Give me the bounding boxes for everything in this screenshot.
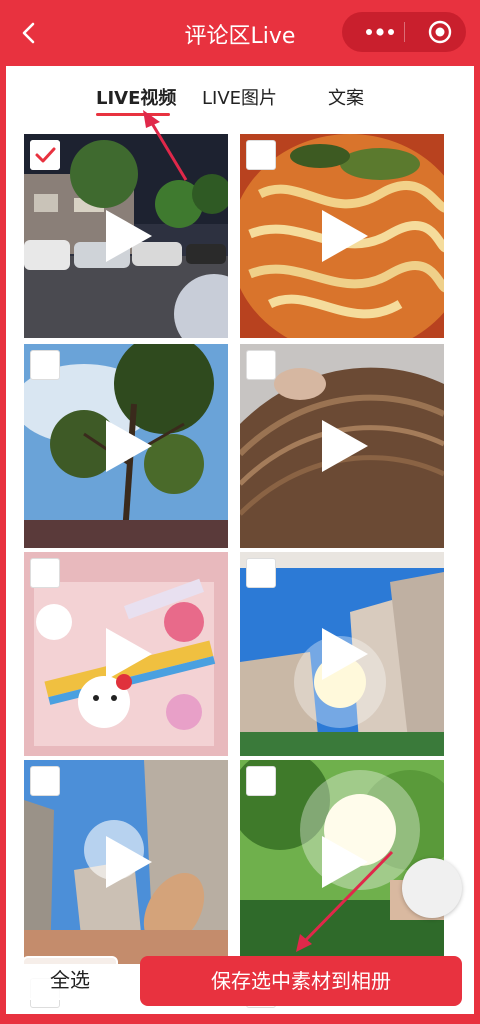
unchecked-checkbox[interactable] <box>246 350 276 380</box>
play-icon <box>106 628 152 680</box>
unchecked-checkbox[interactable] <box>30 766 60 796</box>
unchecked-checkbox[interactable] <box>246 766 276 796</box>
unchecked-checkbox[interactable] <box>30 350 60 380</box>
save-to-album-button[interactable]: 保存选中素材到相册 <box>140 956 462 1006</box>
play-icon <box>322 210 368 262</box>
target-icon[interactable] <box>428 20 452 44</box>
tab-bar: LIVE视频 LIVE图片 文案 <box>6 66 474 122</box>
play-icon <box>322 628 368 680</box>
video-thumbnail-4[interactable] <box>240 344 444 548</box>
active-tab-indicator <box>96 113 170 116</box>
video-thumbnail-6[interactable] <box>240 552 444 756</box>
select-all-button[interactable]: 全选 <box>22 956 118 1000</box>
video-thumbnail-7[interactable] <box>24 760 228 964</box>
video-thumbnail-2[interactable] <box>240 134 444 338</box>
mini-program-capsule <box>342 12 466 52</box>
more-dots-icon[interactable] <box>356 12 406 52</box>
top-bar: 评论区Live <box>0 0 480 66</box>
tab-live-video[interactable]: LIVE视频 <box>96 84 176 110</box>
play-icon <box>322 836 368 888</box>
video-thumbnail-5[interactable] <box>24 552 228 756</box>
play-icon <box>322 420 368 472</box>
tab-live-image[interactable]: LIVE图片 <box>202 84 277 110</box>
selected-checkbox[interactable] <box>30 140 60 170</box>
video-thumbnail-3[interactable] <box>24 344 228 548</box>
unchecked-checkbox[interactable] <box>246 558 276 588</box>
unchecked-checkbox[interactable] <box>30 558 60 588</box>
play-icon <box>106 210 152 262</box>
bottom-edge <box>0 1014 480 1024</box>
video-thumbnail-8[interactable] <box>240 760 444 964</box>
play-icon <box>106 836 152 888</box>
video-thumbnail-1[interactable] <box>24 134 228 338</box>
capsule-divider <box>404 22 405 42</box>
tab-copywriting[interactable]: 文案 <box>328 84 364 110</box>
play-icon <box>106 420 152 472</box>
floating-action-bubble[interactable] <box>402 858 462 918</box>
unchecked-checkbox[interactable] <box>246 140 276 170</box>
